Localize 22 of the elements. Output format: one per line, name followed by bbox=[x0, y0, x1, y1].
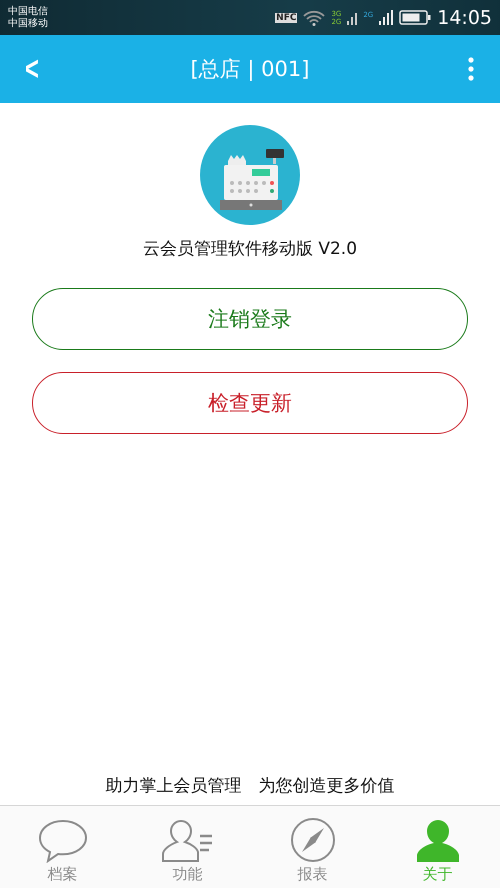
chat-bubble-icon bbox=[38, 819, 88, 863]
check-update-button[interactable]: 检查更新 bbox=[32, 372, 468, 434]
battery-icon bbox=[399, 10, 432, 25]
clock-time: 14:05 bbox=[437, 6, 492, 28]
carrier-name: 中国移动 bbox=[8, 18, 48, 30]
logout-button[interactable]: 注销登录 bbox=[32, 288, 468, 350]
tab[interactable]: 关于 bbox=[375, 806, 500, 888]
page-title: [总店 | 001] bbox=[190, 57, 310, 81]
signal-icon bbox=[379, 10, 394, 26]
compass-icon bbox=[290, 817, 336, 863]
app-name: 云会员管理软件移动版 V2.0 bbox=[142, 239, 358, 259]
more-menu-button[interactable] bbox=[468, 57, 474, 81]
back-button[interactable]: < bbox=[24, 52, 39, 86]
nfc-label: NFC bbox=[275, 12, 298, 22]
wifi-icon bbox=[303, 10, 326, 26]
tab[interactable]: 报表 bbox=[250, 806, 375, 888]
carrier-name: 中国电信 bbox=[8, 6, 48, 18]
person-icon bbox=[416, 819, 460, 863]
tab[interactable]: 档案 bbox=[0, 806, 125, 888]
person-list-icon bbox=[160, 819, 214, 863]
slogan-text: 助力掌上会员管理 为您创造更多价值 bbox=[106, 776, 394, 796]
tab[interactable]: 功能 bbox=[125, 806, 250, 888]
